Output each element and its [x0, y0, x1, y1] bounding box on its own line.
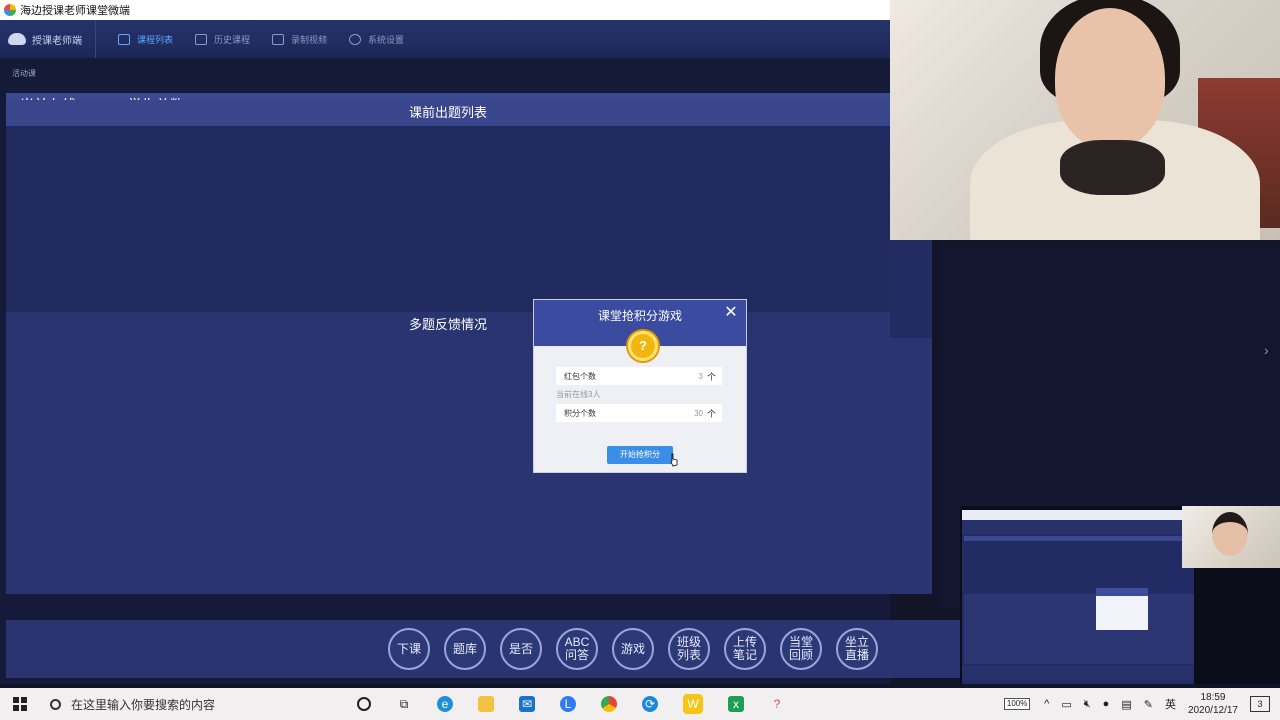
- pre-class-list: [6, 126, 890, 312]
- nav-item-label: 历史课程: [214, 34, 251, 45]
- live-stream-button[interactable]: 坐立 直播: [836, 628, 878, 670]
- window-title: 海边授课老师课堂微端: [20, 5, 130, 17]
- subbar-label: 活动课: [12, 69, 36, 78]
- question-bank-button[interactable]: 题库: [444, 628, 486, 670]
- windows-taskbar: 在这里输入你要搜索的内容 ⧉ e ✉ L ⟳ W x ? 100% ^ ▭ 🔇︎…: [0, 688, 1280, 720]
- task-view-icon[interactable]: ⧉: [396, 696, 412, 712]
- taskbar-search[interactable]: 在这里输入你要搜索的内容: [50, 696, 332, 713]
- game-button[interactable]: 游戏: [612, 628, 654, 670]
- nav-item-settings[interactable]: 系统设置: [349, 33, 404, 46]
- nav-item-label: 系统设置: [368, 34, 405, 45]
- blue-app-icon[interactable]: L: [560, 696, 576, 712]
- thumbnail-stats: [964, 536, 1186, 541]
- nav-item-course-list[interactable]: 课程列表: [118, 33, 173, 46]
- red-packet-count-input[interactable]: 3: [699, 372, 703, 381]
- camera-person-scarf: [1060, 140, 1165, 195]
- network-icon[interactable]: ▤: [1121, 698, 1131, 711]
- red-packet-count-field[interactable]: 红包个数 3 个: [556, 367, 722, 385]
- hand-cursor-icon: [670, 453, 678, 467]
- mail-icon[interactable]: ✉: [519, 696, 535, 712]
- brand: 授课老师端: [0, 20, 96, 58]
- microphone-icon[interactable]: ●: [1103, 698, 1110, 710]
- battery-indicator[interactable]: 100%: [1004, 698, 1031, 710]
- pre-class-header: 课前出题列表: [6, 100, 890, 126]
- end-class-button[interactable]: 下课: [388, 628, 430, 670]
- video-camera-icon: [272, 33, 285, 45]
- classroom-app-icon[interactable]: ?: [769, 696, 785, 712]
- dialog-title: 课堂抢积分游戏: [597, 309, 682, 323]
- camera-person-face: [1055, 8, 1165, 148]
- gear-icon: [349, 33, 362, 45]
- cortana-icon[interactable]: [357, 697, 371, 711]
- pen-icon[interactable]: ✎: [1144, 698, 1153, 711]
- field-label: 红包个数: [564, 371, 596, 381]
- field-unit: 个: [706, 408, 716, 419]
- app-icon: [4, 4, 16, 16]
- w-app-icon[interactable]: W: [683, 694, 703, 714]
- abc-quiz-button[interactable]: ABC 问答: [556, 628, 598, 670]
- screen-preview-thumbnail: [960, 506, 1280, 684]
- feedback-area: [6, 338, 932, 594]
- teacher-camera-feed: [890, 0, 1280, 240]
- calendar-icon: [118, 33, 130, 45]
- chrome-icon[interactable]: [601, 696, 617, 712]
- file-explorer-icon[interactable]: [478, 696, 494, 712]
- yes-no-button[interactable]: 是否: [500, 628, 542, 670]
- thumbnail-dialog: [1096, 588, 1148, 630]
- points-game-dialog: 课堂抢积分游戏 ✕ ? 红包个数 3 个 当前在线3人 积分个数 30 个 开始…: [533, 299, 747, 473]
- start-points-button[interactable]: 开始抢积分: [607, 446, 673, 464]
- brand-logo-icon: [8, 33, 26, 45]
- class-review-button[interactable]: 当堂 回顾: [780, 628, 822, 670]
- feedback-header: 多题反馈情况: [6, 312, 890, 338]
- search-placeholder: 在这里输入你要搜索的内容: [71, 697, 216, 712]
- edge-browser-icon[interactable]: e: [437, 696, 453, 712]
- nav-item-history[interactable]: 历史课程: [195, 33, 250, 46]
- points-count-field[interactable]: 积分个数 30 个: [556, 404, 722, 422]
- system-tray: 100% ^ ▭ 🔇︎ ● ▤ ✎ 英 18:59 2020/12/17 3: [1004, 688, 1280, 720]
- nav-item-label: 课程列表: [137, 34, 174, 45]
- bottom-toolbar: 下课 题库 是否 ABC 问答 游戏 班级 列表 上传 笔记 当堂 回顾 坐立 …: [6, 620, 960, 678]
- sync-app-icon[interactable]: ⟳: [642, 696, 658, 712]
- top-navigation: 授课老师端 课程列表 历史课程 录制视频 系统设置: [0, 20, 890, 58]
- online-hint: 当前在线3人: [556, 390, 601, 399]
- nav-item-record-video[interactable]: 录制视频: [272, 33, 327, 46]
- ime-indicator[interactable]: 英: [1165, 696, 1176, 712]
- field-unit: 个: [706, 371, 716, 382]
- nav-item-label: 录制视频: [291, 34, 328, 45]
- main-panel: 课前出题列表 多题反馈情况: [6, 100, 932, 594]
- thumbnail-toolbar: [962, 666, 1194, 680]
- chevron-up-icon[interactable]: ^: [1044, 698, 1049, 710]
- chevron-right-icon[interactable]: ›: [1264, 342, 1269, 358]
- windows-start-icon[interactable]: [13, 697, 27, 711]
- thumbnail-face: [1212, 512, 1248, 556]
- thumbnail-feedback: [964, 594, 1194, 664]
- clock-time: 18:59: [1200, 692, 1226, 703]
- clock-date: 2020/12/17: [1187, 705, 1238, 716]
- search-icon: [50, 698, 61, 710]
- usb-icon[interactable]: ▭: [1061, 698, 1071, 711]
- bookmark-icon: [195, 33, 208, 45]
- speaker-muted-icon[interactable]: 🔇︎: [1084, 698, 1091, 711]
- points-count-input[interactable]: 30: [694, 409, 703, 418]
- class-list-button[interactable]: 班级 列表: [668, 628, 710, 670]
- excel-app-icon[interactable]: x: [728, 696, 744, 712]
- thumbnail-app: [962, 510, 1194, 684]
- coin-icon: ?: [628, 331, 658, 361]
- upload-notes-button[interactable]: 上传 笔记: [724, 628, 766, 670]
- thumbnail-camera: [1182, 506, 1280, 568]
- thumbnail-nav: [962, 520, 1184, 534]
- subbar: 活动课: [0, 58, 890, 88]
- thumbnail-titlebar: [962, 510, 1194, 520]
- field-label: 积分个数: [564, 408, 596, 418]
- notification-icon[interactable]: 3: [1250, 696, 1270, 712]
- clock[interactable]: 18:59 2020/12/17: [1188, 691, 1238, 717]
- brand-label: 授课老师端: [32, 35, 82, 47]
- close-icon[interactable]: ✕: [722, 304, 740, 322]
